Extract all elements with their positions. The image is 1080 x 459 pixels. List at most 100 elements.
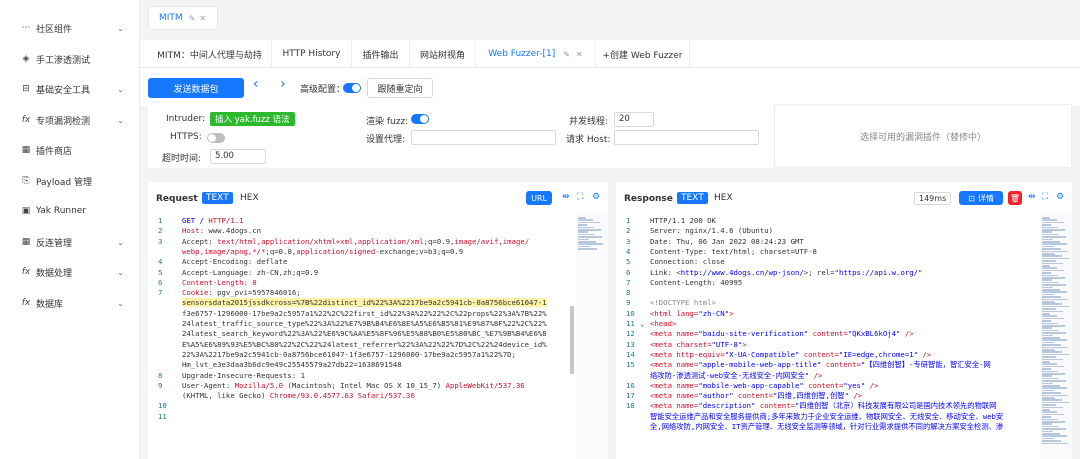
hex-mode-button[interactable]: HEX — [236, 192, 263, 204]
fuzzer-toolbar: 发送数据包 ‹ › 高级配置： 跟随重定向 — [140, 68, 1080, 106]
line-number: 15 — [626, 360, 635, 370]
sidebar-item-label: 插件商店 — [36, 146, 73, 157]
sidebar-item-yak-runner[interactable]: ▣ Yak Runner — [0, 196, 140, 226]
line-number: 1 — [626, 216, 631, 225]
https-toggle[interactable] — [207, 133, 225, 143]
fullscreen-icon[interactable]: ⛶ — [1042, 192, 1048, 202]
next-arrow-icon[interactable]: › — [280, 76, 286, 92]
sidebar-item-label: 社区组件 — [36, 24, 73, 35]
timeout-input[interactable]: 5.00 — [210, 149, 266, 164]
code-line: Hm_lvt_e3e3daa3b6dc9e49c25545579a27db22=… — [148, 360, 608, 370]
code-line: 18 <meta name="description" content="四维创… — [616, 401, 1072, 411]
resize-icon[interactable]: ⇹ — [1028, 192, 1036, 202]
text-mode-button[interactable]: TEXT — [202, 192, 233, 204]
line-content: <meta name="apple-mobile-web-app-title" … — [650, 360, 991, 370]
insert-fuzz-tag[interactable]: 插入 yak.fuzz 语法 — [210, 112, 295, 126]
line-number: 7 — [626, 277, 631, 287]
proxy-label: 设置代理: — [366, 135, 406, 145]
sidebar-item-manual-pentest[interactable]: ◈ 手工渗透测试 — [0, 44, 140, 74]
details-button[interactable]: ⊡ 详情 — [959, 191, 1003, 205]
code-line: 24latest_traffic_source_type%22%3A%22%E7… — [148, 319, 608, 329]
line-number: 3 — [626, 236, 631, 246]
hex-mode-button[interactable]: HEX — [710, 192, 737, 204]
response-header: Response TEXT HEX 149ms ⊡ 详情 🗑 ⇹ ⛶ ⚙ — [616, 182, 1072, 214]
edit-icon[interactable]: ✎ — [563, 50, 570, 59]
code-line: 1 HTTP/1.1 200 OK — [616, 216, 1072, 226]
code-line: 7 Content-Length: 40995 — [616, 278, 1072, 288]
sidebar-item-payload[interactable]: ⎘ Payload 管理 — [0, 166, 140, 196]
threads-input[interactable]: 20 — [614, 112, 654, 127]
request-editor[interactable]: 1 GET / HTTP/1.1 2 Host: www.4dogs.cn 3 Accep… — [148, 214, 608, 459]
line-number: 3 — [158, 236, 163, 246]
code-line: 4 Accept-Encoding: deflate — [148, 257, 608, 267]
code-line: 8 Upgrade-Insecure-Requests: 1 — [148, 371, 608, 381]
line-number: 13 — [626, 339, 635, 349]
top-tab-mitm[interactable]: MITM ✎ ✕ — [148, 6, 218, 30]
line-content: Content-Length: 0 — [182, 277, 257, 287]
send-request-button[interactable]: 发送数据包 — [148, 78, 244, 98]
settings-icon[interactable]: ⚙ — [592, 192, 600, 202]
code-line: 8 — [616, 288, 1072, 298]
grid-icon: ▦ — [21, 237, 31, 247]
sidebar-item-reverse[interactable]: ▦ 反连管理 ⌄ — [0, 227, 140, 257]
tab-plugin-output[interactable]: 插件输出 — [352, 40, 410, 68]
render-fuzz-toggle[interactable] — [411, 114, 429, 124]
text-mode-button[interactable]: TEXT — [677, 192, 708, 204]
function-icon: fx — [21, 267, 31, 277]
code-line: 络攻防-渗透测试-web安全-无线安全-内网安全" /> — [616, 371, 1072, 381]
line-content: Host: www.4dogs.cn — [182, 226, 262, 236]
url-button[interactable]: URL — [526, 191, 552, 205]
fullscreen-icon[interactable]: ⛶ — [577, 192, 583, 202]
sidebar-item-database[interactable]: fx 数据库 ⌄ — [0, 288, 140, 318]
sidebar-item-data-process[interactable]: fx 数据处理 ⌄ — [0, 257, 140, 287]
fold-icon[interactable]: ⌄ — [640, 319, 644, 329]
code-line: (KHTML, like Gecko) Chrome/93.0.4577.63 … — [148, 391, 608, 401]
terminal-icon: ▣ — [21, 206, 31, 216]
ellipsis-icon: ⋯ — [21, 23, 31, 33]
line-number: 2 — [626, 226, 631, 236]
settings-icon[interactable]: ⚙ — [1056, 192, 1064, 202]
details-label: 详情 — [977, 193, 994, 203]
follow-redirect-button[interactable]: 跟随重定向 — [367, 78, 433, 98]
sidebar-item-plugin-store[interactable]: ▦ 插件商店 — [0, 135, 140, 165]
edit-icon[interactable]: ✎ — [189, 14, 196, 23]
prev-arrow-icon[interactable]: ‹ — [253, 76, 259, 92]
toolbox-icon: ⊟ — [22, 84, 30, 94]
tab-http-history[interactable]: HTTP History — [272, 40, 352, 68]
tab-mitm[interactable]: MITM：中间人代理与劫持 — [148, 40, 272, 68]
proxy-input[interactable] — [411, 130, 556, 145]
line-number: 9 — [158, 380, 163, 390]
function-icon: fx — [21, 115, 31, 125]
line-content: Content-Length: 40995 — [650, 277, 743, 287]
sidebar-item-label: 专项漏洞检测 — [36, 116, 91, 127]
plugin-selector[interactable]: 选择可用的漏洞插件（替修中） — [774, 104, 1072, 168]
code-line: 全,网络攻防,内网安全、IT资产管理、无线安全监测等领域，针对行业需求提供不同的… — [616, 422, 1072, 432]
code-line: 6 Link: <http://www.4dogs.cn/wp-json/>; r… — [616, 268, 1072, 278]
sidebar-item-basic-tools[interactable]: ⊟ 基础安全工具 ⌄ — [0, 74, 140, 104]
line-number: 2 — [158, 226, 163, 236]
line-content: E%A5%E6%89%93%E5%BC%80%22%2C%22%24latest… — [182, 339, 547, 349]
code-line: 10 — [148, 401, 608, 411]
code-line: 11 — [148, 412, 608, 422]
tab-create-web-fuzzer[interactable]: +创建 Web Fuzzer — [596, 40, 690, 68]
line-content: Accept: text/html,application/xhtml+xml,… — [182, 236, 530, 246]
line-number: 4 — [158, 257, 163, 267]
line-number: 14 — [626, 349, 635, 359]
resize-icon[interactable]: ⇹ — [562, 192, 570, 202]
line-content: <meta name="author" content="四维,四维创智,创智"… — [650, 391, 863, 401]
response-editor[interactable]: 1 HTTP/1.1 200 OK 2 Server: nginx/1.4.6 (Ub… — [616, 214, 1072, 459]
delete-icon[interactable]: 🗑 — [1008, 191, 1022, 205]
tab-site-tree[interactable]: 网站树视角 — [410, 40, 476, 68]
advanced-config-toggle[interactable] — [343, 83, 361, 93]
close-icon[interactable]: ✕ — [199, 14, 206, 23]
sidebar-item-community[interactable]: ⋯ 社区组件 ⌄ — [0, 13, 140, 43]
tab-web-fuzzer-1[interactable]: Web Fuzzer-[1] ✎ ✕ — [476, 40, 596, 68]
line-number: 18 — [626, 401, 635, 411]
sidebar-item-label: 数据库 — [36, 299, 64, 310]
sidebar-item-vuln-detect[interactable]: fx 专项漏洞检测 ⌄ — [0, 105, 140, 135]
line-content: 全,网络攻防,内网安全、IT资产管理、无线安全监测等领域，针对行业需求提供不同的… — [650, 422, 1004, 431]
chevron-down-icon: ⌄ — [117, 237, 124, 247]
host-input[interactable] — [614, 130, 759, 145]
close-icon[interactable]: ✕ — [576, 50, 583, 59]
line-content: 22%3A%2217be9a2c5941cb-0a8756bce61047-1f… — [182, 349, 516, 359]
